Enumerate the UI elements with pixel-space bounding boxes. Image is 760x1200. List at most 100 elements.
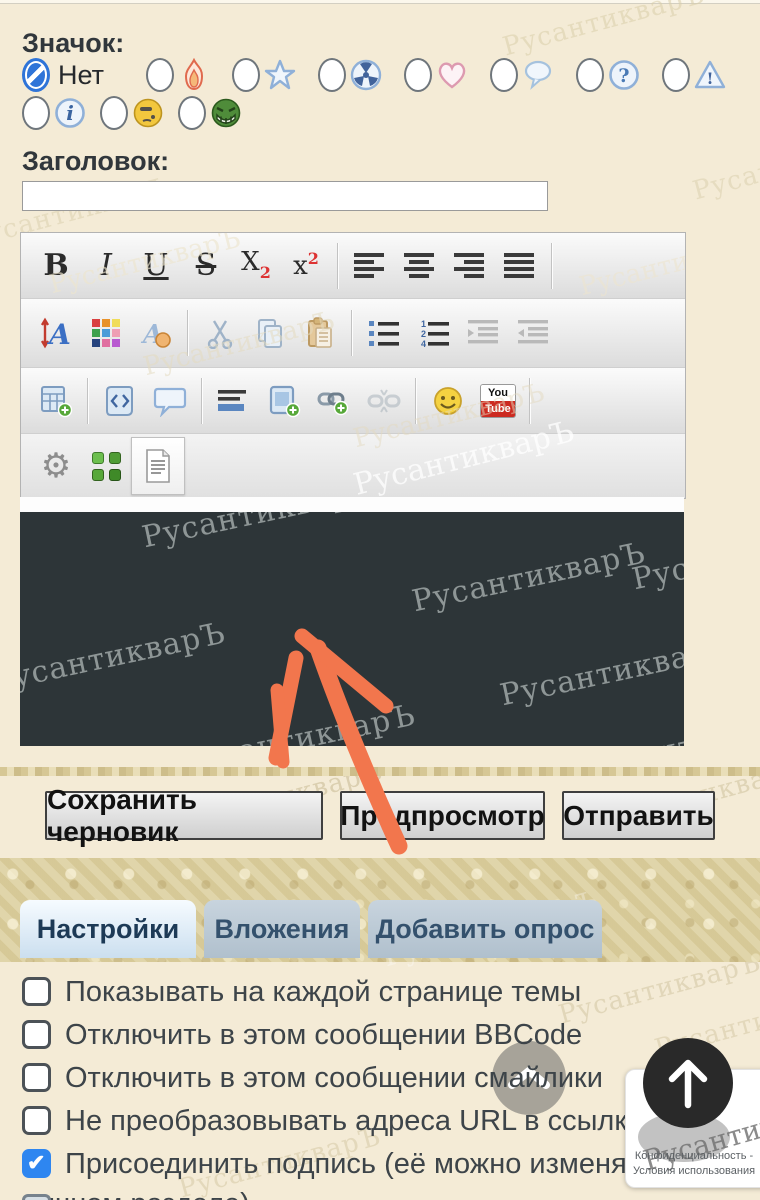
insert-code-button[interactable] bbox=[95, 374, 145, 428]
icon-option-fire[interactable] bbox=[146, 57, 212, 93]
maximize-button[interactable] bbox=[81, 439, 131, 493]
radio[interactable] bbox=[22, 96, 50, 130]
strike-glyph: S bbox=[196, 251, 217, 281]
option-attach-signature[interactable]: Присоединить подпись (её можно изменять … bbox=[22, 1144, 714, 1200]
unordered-list-button[interactable] bbox=[359, 306, 409, 360]
thought-bubble-icon bbox=[520, 57, 556, 93]
icon-options-row-2: i bbox=[22, 95, 244, 131]
option-disable-smileys[interactable]: Отключить в этом сообщении смайлики bbox=[22, 1058, 714, 1098]
radio[interactable] bbox=[404, 58, 432, 92]
italic-glyph: I bbox=[100, 251, 112, 281]
icon-option-thought-bubble[interactable] bbox=[490, 57, 556, 93]
star-icon bbox=[262, 57, 298, 93]
tab-add-poll[interactable]: Добавить опрос bbox=[368, 900, 602, 958]
fire-icon bbox=[176, 57, 212, 93]
checkbox[interactable] bbox=[22, 1020, 51, 1049]
toolbar-separator bbox=[87, 378, 89, 424]
toolbar-separator bbox=[337, 243, 339, 289]
icon-option-none[interactable]: Нет bbox=[22, 58, 126, 92]
svg-text:i: i bbox=[66, 101, 74, 125]
radio[interactable] bbox=[232, 58, 260, 92]
insert-table-button[interactable] bbox=[31, 374, 81, 428]
bold-button[interactable]: B bbox=[31, 239, 81, 293]
privacy-line-1: Конфиденциальность - bbox=[626, 1149, 760, 1164]
align-justify-button[interactable] bbox=[495, 239, 545, 293]
icon-option-radiation[interactable] bbox=[318, 57, 384, 93]
strikethrough-button[interactable]: S bbox=[181, 239, 231, 293]
checkbox[interactable] bbox=[22, 977, 51, 1006]
option-show-every-page[interactable]: Показывать на каждой странице темы bbox=[22, 972, 714, 1012]
checkbox[interactable] bbox=[22, 1063, 51, 1092]
source-view-button[interactable] bbox=[131, 437, 185, 495]
save-draft-button[interactable]: Сохранить черновик bbox=[45, 791, 323, 840]
marquee-button[interactable] bbox=[209, 374, 259, 428]
watermark: РусантикварЪ bbox=[20, 616, 229, 700]
watermark: РусантикварЪ bbox=[579, 703, 684, 746]
message-editor-area[interactable]: РусантикварЪ РусантикварЪ РусантикварЪ Р… bbox=[20, 512, 684, 746]
info-icon: i bbox=[52, 95, 88, 131]
insert-link-button[interactable] bbox=[309, 374, 359, 428]
top-divider bbox=[0, 0, 760, 4]
remove-format-button[interactable]: A bbox=[131, 306, 181, 360]
watermark: РусантикварЪ bbox=[139, 512, 379, 555]
align-right-button[interactable] bbox=[445, 239, 495, 293]
privacy-badge-text[interactable]: Конфиденциальность - Условия использован… bbox=[626, 1149, 760, 1179]
checkbox[interactable] bbox=[22, 1106, 51, 1135]
icon-options-row-1: Нет bbox=[22, 57, 728, 93]
icon-option-embarrassed-smiley[interactable] bbox=[100, 95, 166, 131]
icon-option-green-grin[interactable] bbox=[178, 95, 244, 131]
outdent-button[interactable] bbox=[509, 306, 559, 360]
align-left-button[interactable] bbox=[345, 239, 395, 293]
icon-option-heart[interactable] bbox=[404, 57, 470, 93]
preview-button[interactable]: Предпросмотр bbox=[340, 791, 545, 840]
cut-button[interactable] bbox=[195, 306, 245, 360]
icon-option-star[interactable] bbox=[232, 57, 298, 93]
unlink-button[interactable] bbox=[359, 374, 409, 428]
toolbar-separator bbox=[415, 378, 417, 424]
option-label: Не преобразовывать адреса URL в ссылки bbox=[65, 1105, 643, 1137]
radio[interactable] bbox=[318, 58, 346, 92]
align-center-button[interactable] bbox=[395, 239, 445, 293]
radio[interactable] bbox=[100, 96, 128, 130]
scroll-to-top-button[interactable] bbox=[643, 1038, 733, 1128]
embarrassed-smiley-icon bbox=[130, 95, 166, 131]
insert-quote-button[interactable] bbox=[145, 374, 195, 428]
submit-button[interactable]: Отправить bbox=[562, 791, 715, 840]
underline-glyph: U bbox=[143, 251, 168, 281]
ordered-list-button[interactable]: 124 bbox=[409, 306, 459, 360]
radio-selected[interactable] bbox=[22, 58, 50, 92]
radio[interactable] bbox=[490, 58, 518, 92]
underline-button[interactable]: U bbox=[131, 239, 181, 293]
icon-option-warning[interactable]: ! bbox=[662, 57, 728, 93]
copy-button[interactable] bbox=[245, 306, 295, 360]
sub-index: 2 bbox=[260, 263, 271, 282]
settings-button[interactable]: ⚙ bbox=[31, 439, 81, 493]
icon-option-info[interactable]: i bbox=[22, 95, 88, 131]
radio[interactable] bbox=[662, 58, 690, 92]
checkbox[interactable] bbox=[22, 1149, 51, 1178]
option-no-url-links[interactable]: Не преобразовывать адреса URL в ссылки bbox=[22, 1101, 714, 1141]
radio[interactable] bbox=[178, 96, 206, 130]
insert-smiley-button[interactable] bbox=[423, 374, 473, 428]
insert-image-button[interactable] bbox=[259, 374, 309, 428]
option-disable-bbcode[interactable]: Отключить в этом сообщении BBCode bbox=[22, 1015, 714, 1055]
paste-button[interactable] bbox=[295, 306, 345, 360]
italic-button[interactable]: I bbox=[81, 239, 131, 293]
subscript-button[interactable]: X2 bbox=[231, 239, 281, 293]
toolbar-separator bbox=[351, 310, 353, 356]
tab-attachments[interactable]: Вложения bbox=[204, 900, 360, 958]
sup-index: 2 bbox=[308, 249, 319, 268]
insert-youtube-button[interactable]: You Tube bbox=[473, 374, 523, 428]
font-color-button[interactable] bbox=[81, 306, 131, 360]
radio[interactable] bbox=[576, 58, 604, 92]
radio[interactable] bbox=[146, 58, 174, 92]
icon-option-question[interactable]: ? bbox=[576, 57, 642, 93]
superscript-button[interactable]: x2 bbox=[281, 239, 331, 293]
editor-gap bbox=[20, 497, 684, 512]
tab-settings[interactable]: Настройки bbox=[20, 900, 196, 958]
option-label: Отключить в этом сообщении смайлики bbox=[65, 1062, 603, 1094]
subject-input[interactable] bbox=[22, 181, 548, 211]
toolbar-separator bbox=[201, 378, 203, 424]
indent-button[interactable] bbox=[459, 306, 509, 360]
font-size-button[interactable]: A bbox=[31, 306, 81, 360]
